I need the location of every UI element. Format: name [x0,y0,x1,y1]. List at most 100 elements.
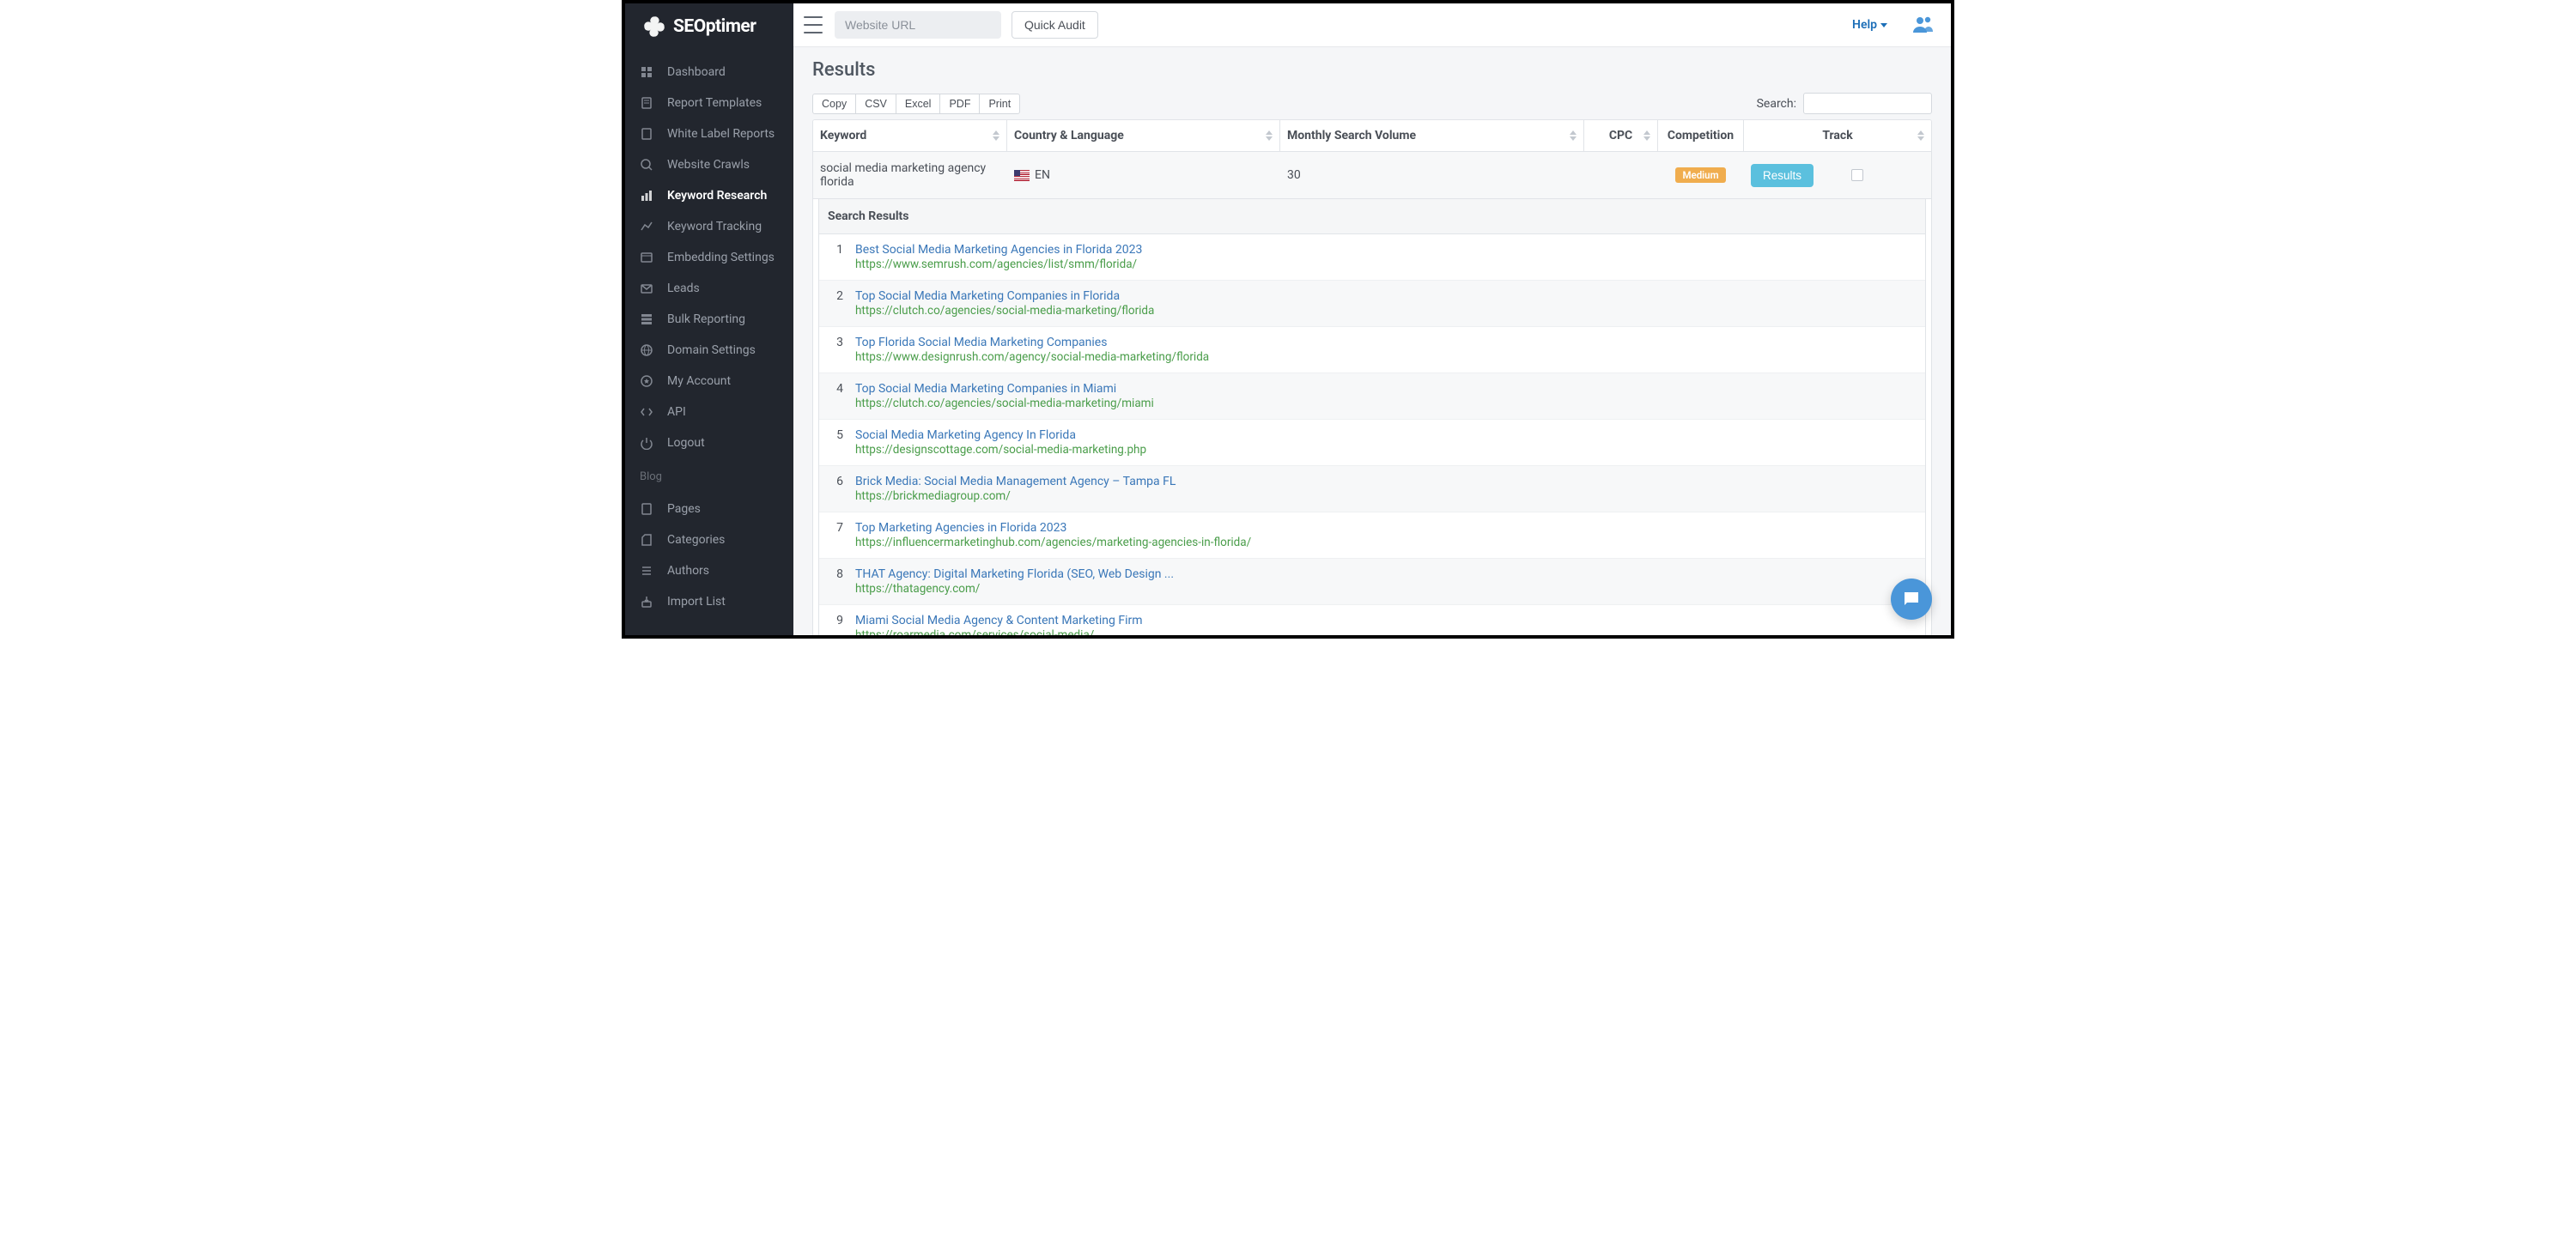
search-result-title[interactable]: Top Social Media Marketing Companies in … [855,382,1917,396]
menu-toggle-icon[interactable] [802,16,824,33]
sidebar-item-label: Pages [667,502,701,516]
export-excel-button[interactable]: Excel [896,94,941,114]
sidebar-item-white-label-reports[interactable]: White Label Reports [625,118,793,149]
search-result-title[interactable]: THAT Agency: Digital Marketing Florida (… [855,567,1917,581]
col-country-language[interactable]: Country & Language [1007,120,1280,151]
sidebar-item-label: Website Crawls [667,158,750,172]
search-result-title[interactable]: Miami Social Media Agency & Content Mark… [855,614,1917,627]
search-result-rank: 8 [823,567,843,596]
domain-icon [640,343,653,357]
search-result-url[interactable]: https://www.semrush.com/agencies/list/sm… [855,258,1917,271]
search-result-row: 4 Top Social Media Marketing Companies i… [819,373,1925,420]
sidebar-item-label: Keyword Research [667,189,767,203]
sidebar-item-pages[interactable]: Pages [625,494,793,524]
col-keyword[interactable]: Keyword [813,120,1007,151]
col-track[interactable]: Track [1744,120,1931,151]
cell-msv: 30 [1280,152,1584,198]
sidebar-item-label: Keyword Tracking [667,220,762,233]
chat-launcher-icon[interactable] [1891,579,1932,620]
search-result-row: 5 Social Media Marketing Agency In Flori… [819,420,1925,466]
search-result-title[interactable]: Top Social Media Marketing Companies in … [855,289,1917,303]
search-result-title[interactable]: Top Florida Social Media Marketing Compa… [855,336,1917,349]
sidebar-item-dashboard[interactable]: Dashboard [625,57,793,88]
sidebar-item-categories[interactable]: Categories [625,524,793,555]
col-monthly-search-volume[interactable]: Monthly Search Volume [1280,120,1584,151]
research-icon [640,189,653,203]
sidebar-item-leads[interactable]: Leads [625,273,793,304]
sidebar-item-embedding-settings[interactable]: Embedding Settings [625,242,793,273]
search-result-rank: 5 [823,428,843,457]
export-csv-button[interactable]: CSV [855,94,896,114]
help-label: Help [1852,18,1877,32]
sidebar-item-report-templates[interactable]: Report Templates [625,88,793,118]
sidebar-item-keyword-research[interactable]: Keyword Research [625,180,793,211]
search-result-rank: 6 [823,475,843,503]
sidebar-item-label: Logout [667,436,705,450]
help-dropdown[interactable]: Help [1852,18,1887,32]
sidebar-item-label: Report Templates [667,96,762,110]
sidebar-item-domain-settings[interactable]: Domain Settings [625,335,793,366]
authors-icon [640,564,653,578]
sidebar-item-keyword-tracking[interactable]: Keyword Tracking [625,211,793,242]
search-result-row: 6 Brick Media: Social Media Management A… [819,466,1925,512]
page-title: Results [812,59,1932,81]
search-result-row: 3 Top Florida Social Media Marketing Com… [819,327,1925,373]
topbar: Quick Audit Help [793,3,1951,47]
search-result-title[interactable]: Best Social Media Marketing Agencies in … [855,243,1917,257]
search-result-rank: 9 [823,614,843,635]
search-result-url[interactable]: https://thatagency.com/ [855,582,1917,596]
sidebar-item-my-account[interactable]: My Account [625,366,793,397]
export-copy-button[interactable]: Copy [812,94,856,114]
search-result-url[interactable]: https://brickmediagroup.com/ [855,489,1917,503]
sidebar-item-label: Leads [667,282,700,295]
sidebar-item-website-crawls[interactable]: Website Crawls [625,149,793,180]
search-result-row: 9 Miami Social Media Agency & Content Ma… [819,605,1925,635]
track-checkbox[interactable] [1851,169,1863,181]
sidebar-item-label: Domain Settings [667,343,756,357]
search-result-title[interactable]: Top Marketing Agencies in Florida 2023 [855,521,1917,535]
search-result-url[interactable]: https://www.designrush.com/agency/social… [855,350,1917,364]
sidebar-item-label: My Account [667,374,731,388]
referral-icon[interactable] [1913,15,1934,34]
sidebar-section-blog: Blog [625,458,793,487]
results-table: Keyword Country & Language Monthly Searc… [812,119,1932,635]
results-button[interactable]: Results [1751,164,1814,187]
logo[interactable]: SEOptimer [625,3,793,50]
sidebar-item-logout[interactable]: Logout [625,427,793,458]
sidebar-item-api[interactable]: API [625,397,793,427]
report-icon [640,96,653,110]
search-result-rank: 7 [823,521,843,549]
crawl-icon [640,158,653,172]
export-print-button[interactable]: Print [979,94,1020,114]
categories-icon [640,533,653,547]
sidebar-item-authors[interactable]: Authors [625,555,793,586]
sidebar-item-bulk-reporting[interactable]: Bulk Reporting [625,304,793,335]
website-url-input[interactable] [835,11,1001,39]
search-result-url[interactable]: https://clutch.co/agencies/social-media-… [855,397,1917,410]
content-area: Results CopyCSVExcelPDFPrint Search: Key… [793,47,1951,635]
cell-country-language: EN [1007,152,1280,198]
search-result-url[interactable]: https://clutch.co/agencies/social-media-… [855,304,1917,318]
account-icon [640,374,653,388]
col-cpc[interactable]: CPC [1584,120,1658,151]
search-result-url[interactable]: https://designscottage.com/social-media-… [855,443,1917,457]
label-icon [640,127,653,141]
col-competition[interactable]: Competition [1658,120,1744,151]
export-pdf-button[interactable]: PDF [939,94,980,114]
search-result-title[interactable]: Social Media Marketing Agency In Florida [855,428,1917,442]
sidebar-item-import-list[interactable]: Import List [625,586,793,617]
logo-icon [642,15,666,39]
embed-icon [640,251,653,264]
sort-icon [993,130,999,141]
sidebar-item-label: Authors [667,564,709,578]
search-label: Search: [1757,97,1796,111]
sort-icon [1917,130,1924,141]
search-result-title[interactable]: Brick Media: Social Media Management Age… [855,475,1917,488]
quick-audit-button[interactable]: Quick Audit [1012,11,1098,39]
search-input[interactable] [1803,93,1932,114]
search-result-url[interactable]: https://roarmedia.com/services/social-me… [855,628,1917,635]
tracking-icon [640,220,653,233]
search-result-url[interactable]: https://influencermarketinghub.com/agenc… [855,536,1917,549]
search-result-row: 2 Top Social Media Marketing Companies i… [819,281,1925,327]
table-row: social media marketing agency florida EN… [813,152,1931,199]
